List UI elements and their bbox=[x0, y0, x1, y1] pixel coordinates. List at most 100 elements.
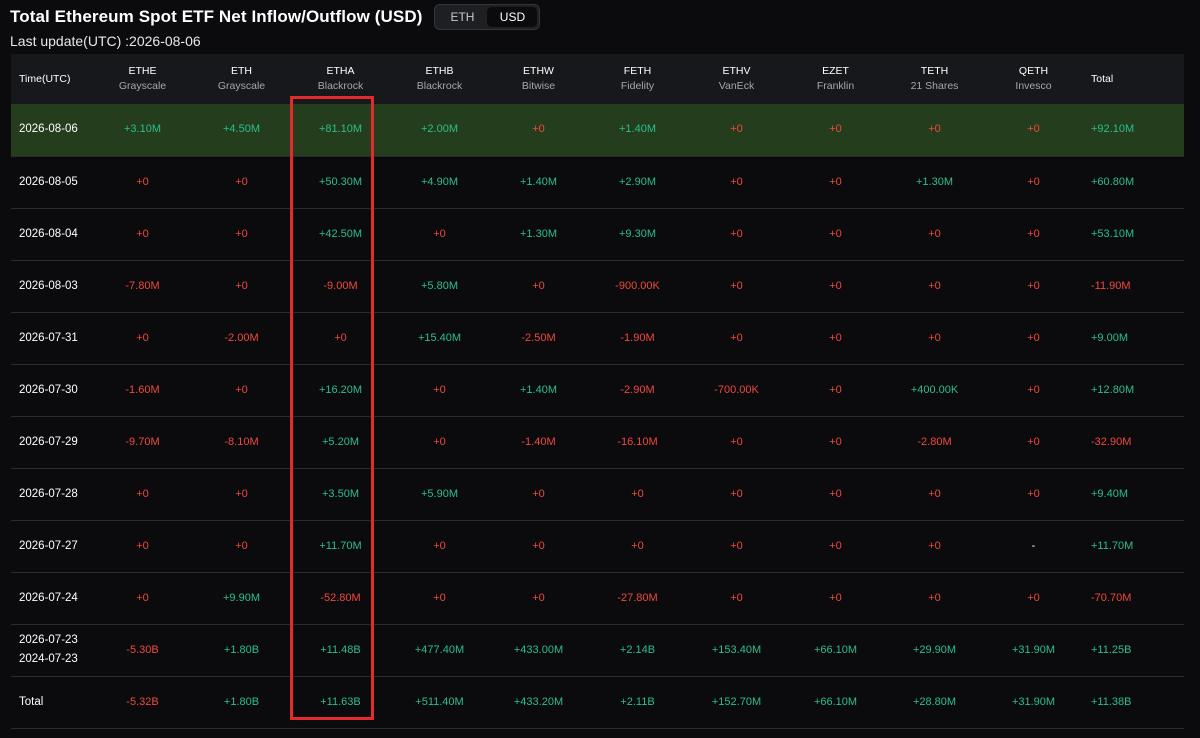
header-issuer: Bitwise bbox=[521, 80, 556, 92]
header-ethv[interactable]: ETHV VanEck bbox=[687, 54, 786, 104]
cell-qeth: +0 bbox=[1027, 383, 1040, 396]
header-issuer: Franklin bbox=[816, 80, 855, 92]
header-total: Total bbox=[1091, 72, 1114, 85]
cell-feth: +2.14B bbox=[619, 643, 656, 656]
header-etha[interactable]: ETHA Blackrock bbox=[291, 54, 390, 104]
cell-ethw: -2.50M bbox=[521, 331, 556, 344]
cell-ethe: +0 bbox=[136, 591, 149, 604]
cell-ethe: +0 bbox=[136, 227, 149, 240]
cell-eth: +0 bbox=[235, 279, 248, 292]
cell-ezet: +0 bbox=[829, 435, 842, 448]
table-row[interactable]: 2026-07-28 +0 +0 +3.50M +5.90M +0 +0 +0 +0 +0 +0 +9… bbox=[11, 468, 1184, 520]
cell-total: +11.70M bbox=[1091, 539, 1134, 552]
cell-ezet: +66.10M bbox=[813, 643, 858, 656]
cell-qeth: - bbox=[1031, 539, 1036, 552]
cell-ezet: +0 bbox=[829, 331, 842, 344]
table-row[interactable]: 2026-07-27 +0 +0 +11.70M +0 +0 +0 +0 +0 +0 - +11.70… bbox=[11, 520, 1184, 572]
cell-ethb: +5.90M bbox=[421, 487, 458, 500]
cell-eth: +0 bbox=[235, 487, 248, 500]
table-row[interactable]: Total -5.32B +1.80B +11.63B +511.40M +433.20M… bbox=[11, 676, 1184, 728]
row-date: 2026-08-06 bbox=[11, 104, 93, 156]
cell-ethe: +0 bbox=[136, 539, 149, 552]
header-issuer: Grayscale bbox=[118, 80, 167, 92]
cell-ezet: +0 bbox=[829, 123, 842, 136]
row-date-line: 2026-07-31 bbox=[19, 331, 78, 344]
cell-ethv: +152.70M bbox=[711, 695, 762, 708]
header-feth[interactable]: FETH Fidelity bbox=[588, 54, 687, 104]
cell-etha: +0 bbox=[334, 331, 347, 344]
cell-ethw: +0 bbox=[532, 279, 545, 292]
cell-etha: +42.50M bbox=[318, 227, 363, 240]
table-row[interactable]: 2026-08-03 -7.80M +0 -9.00M +5.80M +0 -900.00K… bbox=[11, 260, 1184, 312]
cell-ethe: -9.70M bbox=[125, 435, 160, 448]
cell-feth: -1.90M bbox=[620, 331, 655, 344]
cell-etha: +16.20M bbox=[318, 383, 363, 396]
cell-ethb: +4.90M bbox=[421, 175, 458, 188]
header-issuer: Blackrock bbox=[317, 80, 364, 92]
header-qeth[interactable]: QETH Invesco bbox=[984, 54, 1083, 104]
cell-ethv: +0 bbox=[730, 539, 743, 552]
table-body: 2026-08-06 +3.10M +4.50M +81.10M +2.00M +0 +1.… bbox=[11, 104, 1184, 728]
cell-eth: +1.80B bbox=[223, 643, 260, 656]
cell-ezet: +0 bbox=[829, 539, 842, 552]
row-date-line: 2026-07-28 bbox=[19, 487, 78, 500]
header-ticker: TETH bbox=[920, 65, 949, 77]
header-ticker: ETHW bbox=[523, 65, 554, 77]
cell-feth: +0 bbox=[631, 539, 644, 552]
toggle-usd-button[interactable]: USD bbox=[487, 7, 538, 27]
cell-ezet: +0 bbox=[829, 383, 842, 396]
cell-feth: +9.30M bbox=[619, 227, 656, 240]
cell-qeth: +0 bbox=[1027, 123, 1040, 136]
table-row[interactable]: 2026-07-30 -1.60M +0 +16.20M +0 +1.40M -2.90M -… bbox=[11, 364, 1184, 416]
cell-etha: -9.00M bbox=[323, 279, 358, 292]
row-date-line: 2026-08-04 bbox=[19, 227, 78, 240]
cell-teth: +0 bbox=[928, 279, 941, 292]
row-date-line: 2026-08-05 bbox=[19, 175, 78, 188]
cell-eth: +1.80B bbox=[223, 695, 260, 708]
cell-qeth: +31.90M bbox=[1011, 695, 1056, 708]
last-update-text: Last update(UTC) :2026-08-06 bbox=[10, 33, 201, 49]
header-ethe[interactable]: ETHE Grayscale bbox=[93, 54, 192, 104]
cell-qeth: +0 bbox=[1027, 279, 1040, 292]
header-eth[interactable]: ETH Grayscale bbox=[192, 54, 291, 104]
table-row[interactable]: 2026-08-04 +0 +0 +42.50M +0 +1.30M +9.30M +0 +0 +… bbox=[11, 208, 1184, 260]
cell-feth: -2.90M bbox=[620, 383, 655, 396]
cell-ethv: +0 bbox=[730, 331, 743, 344]
table-row[interactable]: 2026-07-24 +0 +9.90M -52.80M +0 +0 -27.80M +0 +0… bbox=[11, 572, 1184, 624]
cell-total: +12.80M bbox=[1091, 383, 1135, 396]
cell-teth: +0 bbox=[928, 591, 941, 604]
cell-ezet: +0 bbox=[829, 227, 842, 240]
cell-ethb: +5.80M bbox=[421, 279, 458, 292]
header-ethw[interactable]: ETHW Bitwise bbox=[489, 54, 588, 104]
header-ticker: ETH bbox=[231, 65, 252, 77]
table-row[interactable]: 2026-07-23 2024-07-23 -5.30B +1.80B +11.48B +… bbox=[11, 624, 1184, 676]
row-date-line: 2026-08-03 bbox=[19, 279, 78, 292]
table-row[interactable]: 2026-08-05 +0 +0 +50.30M +4.90M +1.40M +2.90M +… bbox=[11, 156, 1184, 208]
table-row[interactable]: 2026-07-29 -9.70M -8.10M +5.20M +0 -1.40M -16.… bbox=[11, 416, 1184, 468]
cell-ethv: -700.00K bbox=[714, 383, 759, 396]
cell-teth: +0 bbox=[928, 227, 941, 240]
page-header: Total Ethereum Spot ETF Net Inflow/Outfl… bbox=[10, 0, 541, 34]
cell-ethw: +433.20M bbox=[513, 695, 564, 708]
header-issuer: 21 Shares bbox=[910, 80, 959, 92]
header-teth[interactable]: TETH 21 Shares bbox=[885, 54, 984, 104]
row-date: 2026-08-05 bbox=[11, 156, 93, 208]
header-ezet[interactable]: EZET Franklin bbox=[786, 54, 885, 104]
row-date: 2026-07-24 bbox=[11, 572, 93, 624]
cell-teth: +1.30M bbox=[916, 175, 953, 188]
cell-feth: +2.11B bbox=[620, 695, 655, 708]
cell-ethv: +0 bbox=[730, 279, 743, 292]
cell-feth: +2.90M bbox=[619, 175, 656, 188]
cell-total: +11.25B bbox=[1091, 643, 1132, 656]
cell-ethb: +2.00M bbox=[421, 123, 458, 136]
header-ticker: ETHB bbox=[425, 65, 454, 77]
cell-ethe: +0 bbox=[136, 175, 149, 188]
table-row[interactable]: 2026-07-31 +0 -2.00M +0 +15.40M -2.50M -1.90M +… bbox=[11, 312, 1184, 364]
table-row[interactable]: 2026-08-06 +3.10M +4.50M +81.10M +2.00M +0 +1.… bbox=[11, 104, 1184, 156]
cell-ethw: +0 bbox=[532, 591, 545, 604]
flow-table: Time(UTC) ETHE Grayscale ETH Grayscale ETHA Bl… bbox=[11, 54, 1184, 729]
currency-toggle: ETH USD bbox=[434, 4, 541, 30]
cell-ethv: +0 bbox=[730, 123, 743, 136]
toggle-eth-button[interactable]: ETH bbox=[437, 7, 487, 27]
header-ethb[interactable]: ETHB Blackrock bbox=[390, 54, 489, 104]
